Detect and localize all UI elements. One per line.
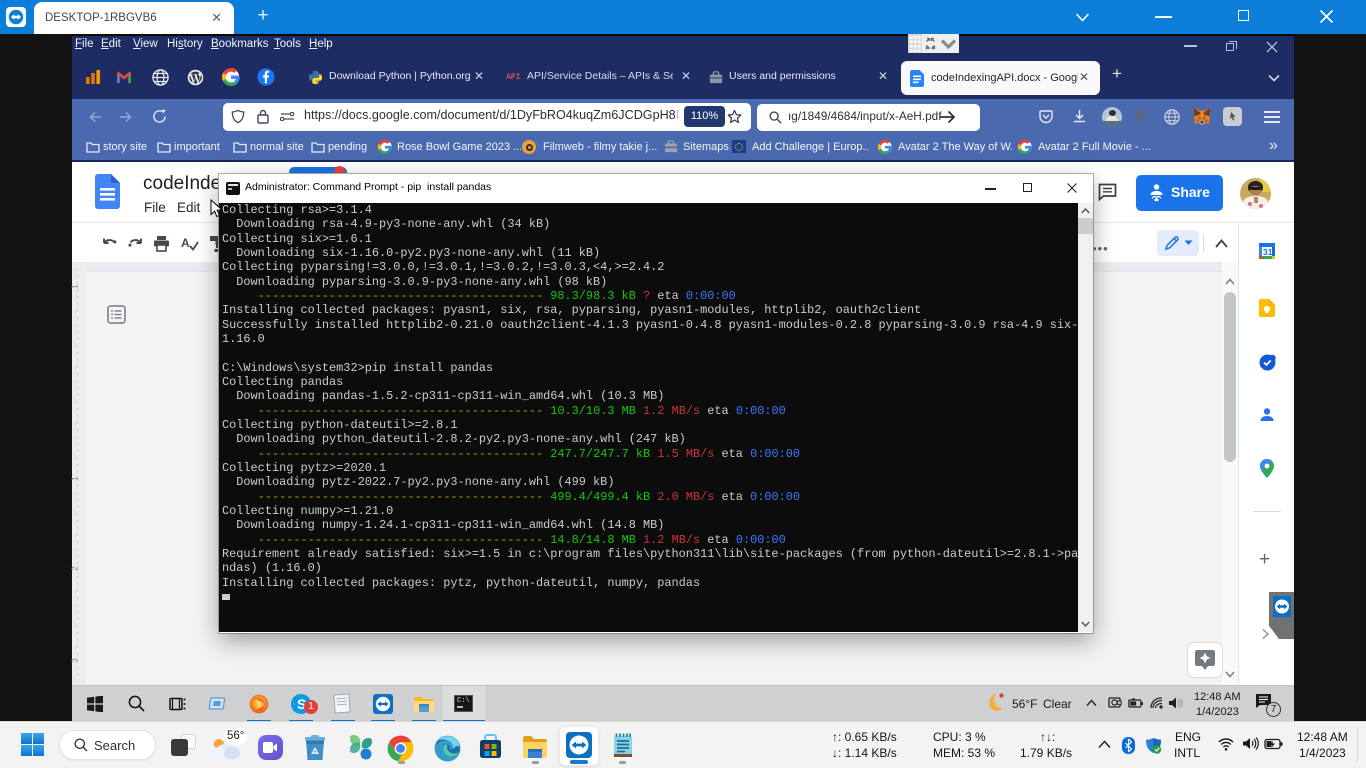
svg-text:31: 31 <box>1263 247 1273 257</box>
svg-text:A: A <box>181 236 190 250</box>
